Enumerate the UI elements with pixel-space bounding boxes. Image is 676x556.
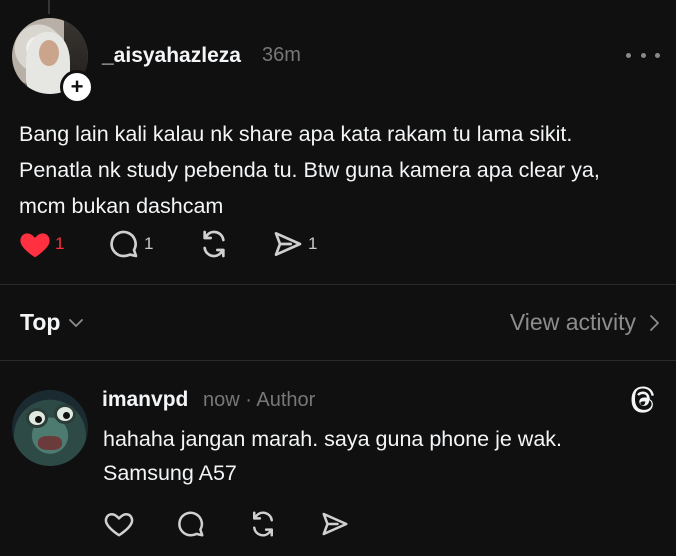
- post-timestamp: 36m: [262, 44, 301, 66]
- view-activity-label: View activity: [509, 309, 636, 335]
- post-text-line: Bang lain kali kalau nk share apa kata r…: [19, 122, 573, 146]
- reply-text-line: hahaha jangan marah. saya guna phone je …: [103, 427, 563, 451]
- like-button[interactable]: [104, 504, 134, 544]
- post-text-line: mcm bukan dashcam: [19, 194, 224, 218]
- like-button[interactable]: 1: [19, 224, 64, 264]
- repost-button[interactable]: [247, 504, 279, 544]
- post-text: Bang lain kali kalau nk share apa kata r…: [19, 116, 669, 224]
- post-text-line: Penatla nk study pebenda tu. Btw guna ka…: [19, 158, 600, 182]
- reply-meta: now · Author: [203, 389, 316, 411]
- view-activity-link[interactable]: View activity: [510, 309, 660, 336]
- divider: [0, 360, 676, 361]
- reply-username[interactable]: imanvpd: [102, 388, 188, 412]
- chevron-down-icon: [69, 318, 84, 327]
- sort-dropdown[interactable]: Top: [20, 309, 84, 336]
- heart-outline-icon: [104, 513, 134, 537]
- repost-icon: [203, 230, 225, 258]
- more-dots-icon[interactable]: [626, 40, 660, 70]
- sort-label: Top: [20, 309, 61, 335]
- comment-icon: [110, 230, 138, 258]
- plus-icon[interactable]: +: [60, 70, 94, 104]
- share-button[interactable]: 1: [272, 224, 317, 264]
- reply-avatar[interactable]: [12, 390, 88, 466]
- heart-filled-icon: [20, 233, 50, 258]
- comment-button[interactable]: 1: [108, 224, 153, 264]
- post-avatar-wrap[interactable]: +: [12, 18, 94, 104]
- divider: [0, 284, 676, 285]
- comment-button[interactable]: [176, 504, 206, 544]
- reply-text: hahaha jangan marah. saya guna phone je …: [103, 422, 663, 490]
- reply-text-line: Samsung A57: [103, 461, 237, 485]
- share-icon: [274, 232, 302, 256]
- chevron-right-icon: [650, 314, 659, 331]
- threads-page: + _aisyahazleza 36m Bang lain kali kalau…: [0, 0, 676, 556]
- post: + _aisyahazleza 36m Bang lain kali kalau…: [0, 0, 676, 285]
- threads-icon[interactable]: [630, 386, 658, 416]
- comment-count: 1: [144, 234, 154, 253]
- post-username[interactable]: _aisyahazleza: [102, 44, 241, 68]
- share-button[interactable]: [320, 504, 350, 544]
- repost-button[interactable]: [197, 224, 231, 264]
- share-icon: [322, 512, 348, 536]
- like-count: 1: [55, 234, 65, 253]
- repost-icon: [253, 511, 273, 537]
- share-count: 1: [308, 234, 318, 253]
- comment-icon: [178, 511, 204, 537]
